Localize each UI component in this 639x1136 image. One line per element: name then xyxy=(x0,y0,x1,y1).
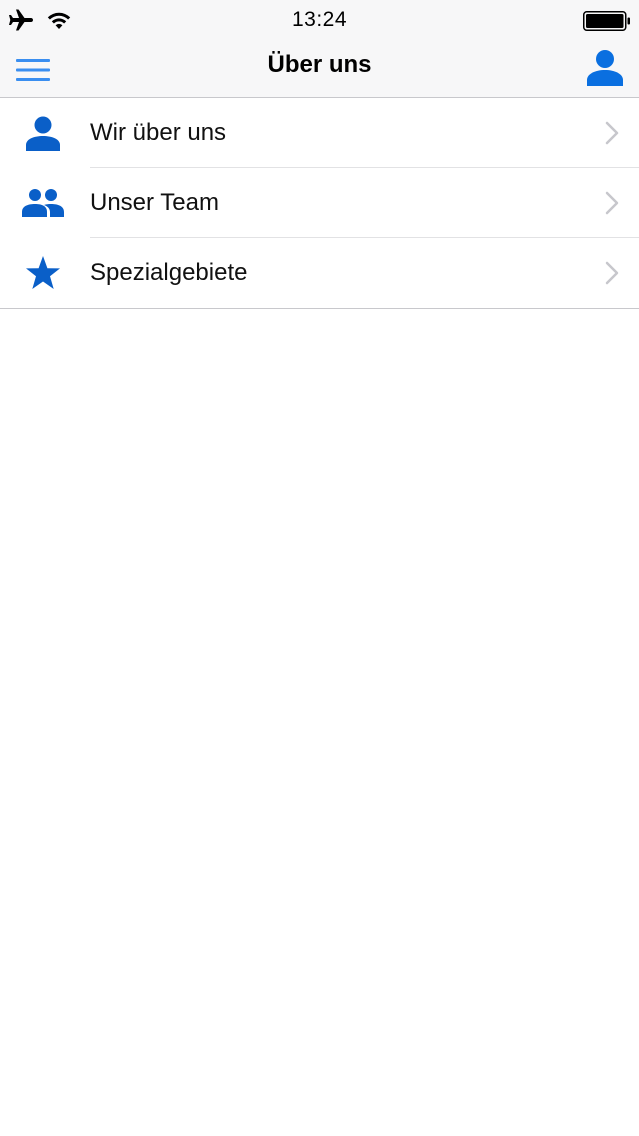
list-item-label: Wir über uns xyxy=(90,119,227,146)
star-icon-container xyxy=(22,252,64,294)
page-title: Über uns xyxy=(267,51,372,78)
chevron-right-icon xyxy=(605,191,619,215)
status-bar: 13:24 xyxy=(0,0,639,40)
battery-icon xyxy=(583,11,630,31)
user-icon xyxy=(587,50,623,86)
menu-list: Wir über uns Unser Team Spezialgebiete xyxy=(0,98,639,309)
person-icon-container xyxy=(22,112,64,154)
user-profile-button[interactable] xyxy=(579,45,623,89)
screen: 13:24 Über uns Wir über uns Unser Team S… xyxy=(0,0,639,1136)
list-item-wir-ueber-uns[interactable]: Wir über uns xyxy=(0,98,639,168)
star-icon xyxy=(26,256,60,289)
list-item-unser-team[interactable]: Unser Team xyxy=(0,168,639,238)
list-item-label: Spezialgebiete xyxy=(90,259,248,286)
chevron-right-icon xyxy=(605,121,619,145)
group-icon-container xyxy=(22,182,64,224)
chevron-right-icon xyxy=(605,261,619,285)
list-item-label: Unser Team xyxy=(90,189,219,216)
person-icon xyxy=(26,116,60,151)
group-icon xyxy=(22,189,64,217)
list-item-spezialgebiete[interactable]: Spezialgebiete xyxy=(0,238,639,308)
status-time: 13:24 xyxy=(291,8,348,31)
navigation-bar: Über uns xyxy=(0,40,639,98)
